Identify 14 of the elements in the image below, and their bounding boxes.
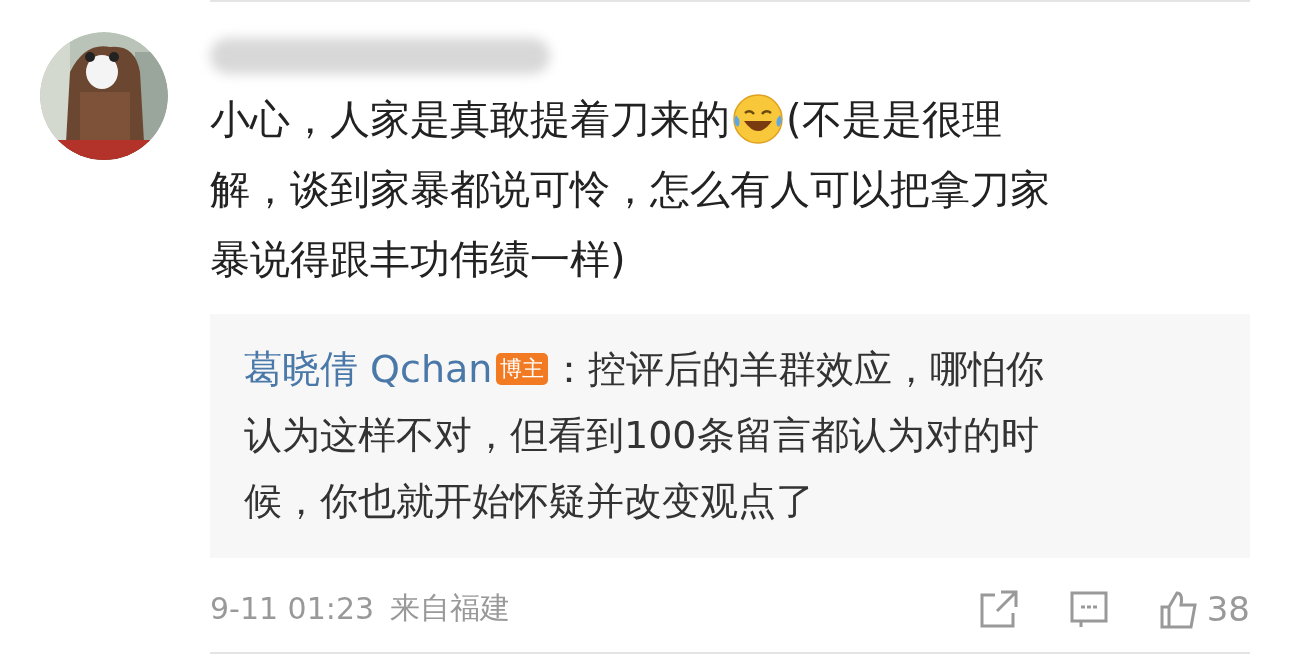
location-text: 来自福建 xyxy=(390,589,511,627)
laughing-crying-emoji-icon xyxy=(732,93,784,145)
share-icon[interactable] xyxy=(978,588,1019,629)
reply-text: ：控评后的羊群效应，哪怕你 xyxy=(550,346,1045,393)
reply-text: 认为这样不对，但看到100条留言都认为对的时 xyxy=(244,412,1039,459)
like-count: 38 xyxy=(1206,588,1250,629)
comment-text: 解，谈到家暴都说可怜，怎么有人可以把拿刀家 xyxy=(210,165,1050,214)
comment-text: 暴说得跟丰功伟绩一样) xyxy=(210,235,626,284)
reply-text: 候，你也就开始怀疑并改变观点了 xyxy=(244,478,814,525)
comment-text: (不是是很理 xyxy=(786,95,1002,144)
blogger-badge: 博主 xyxy=(496,353,549,385)
author-link[interactable]: 葛晓倩 Qchan xyxy=(244,336,493,402)
comment-text: 小心，人家是真敢提着刀来的 xyxy=(210,95,730,144)
timestamp: 9-11 01:23 xyxy=(210,591,375,626)
